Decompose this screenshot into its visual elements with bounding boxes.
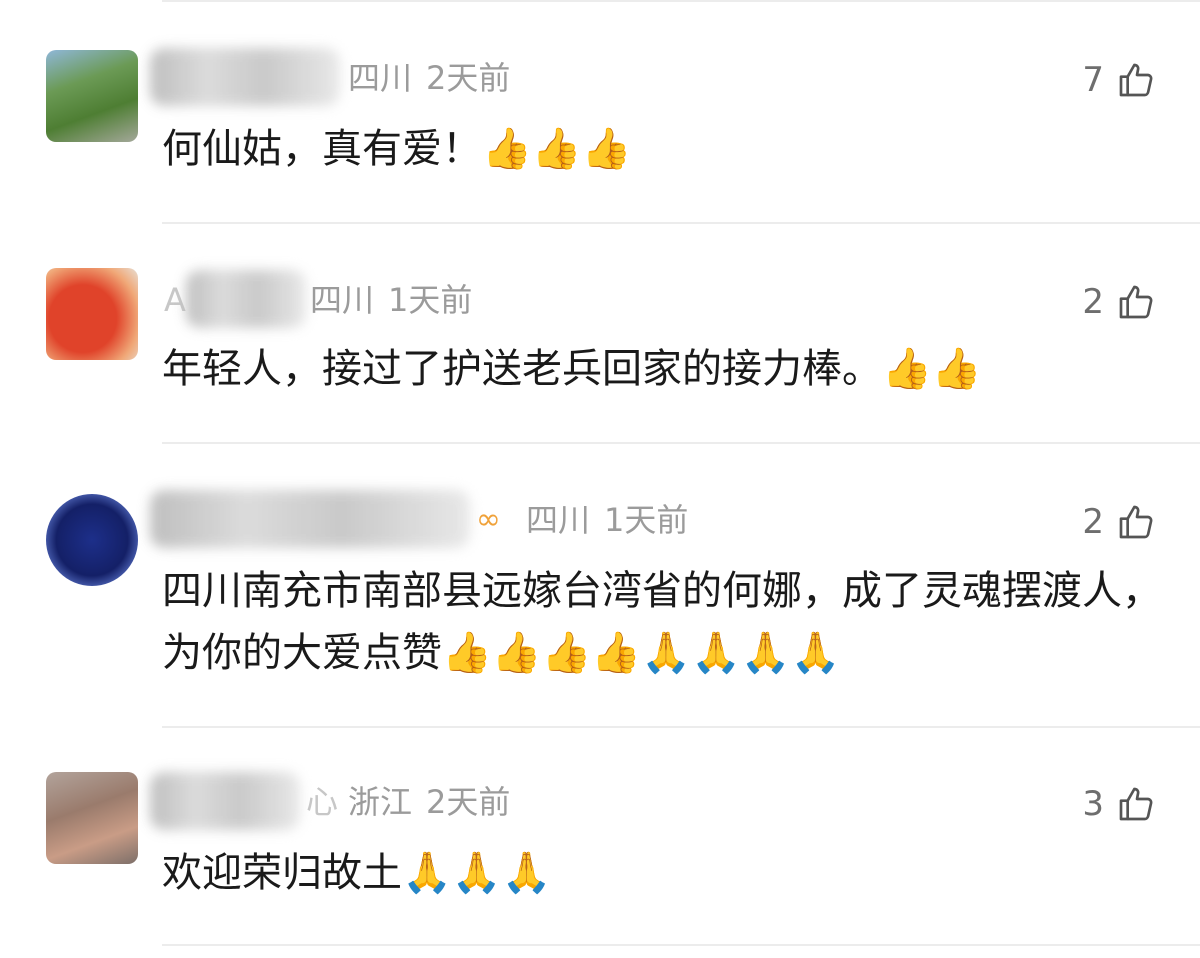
comment-text: 四川南充市南部县远嫁台湾省的何娜，成了灵魂摆渡人，为你的大爱点赞👍👍👍👍🙏🙏🙏🙏: [162, 568, 1162, 676]
like-button[interactable]: 2: [1082, 280, 1156, 324]
user-avatar[interactable]: [46, 268, 138, 360]
comment-divider: [162, 726, 1200, 728]
comment-location: 四川: [526, 501, 591, 539]
comment-text: 何仙姑，真有爱！👍👍👍: [162, 126, 632, 172]
user-avatar[interactable]: [46, 50, 138, 142]
comment-divider: [162, 222, 1200, 224]
like-count: 3: [1082, 784, 1104, 824]
divider-top: [162, 0, 1200, 2]
blurred-username[interactable]: [150, 772, 300, 830]
comment-text: 年轻人，接过了护送老兵回家的接力棒。👍👍: [162, 346, 982, 392]
like-button[interactable]: 2: [1082, 500, 1156, 544]
comment-divider: [162, 442, 1200, 444]
comment-meta: 四川 2天前: [348, 58, 510, 98]
thumbs-up-icon: [1119, 285, 1153, 319]
comment-meta: 四川 1天前: [310, 280, 472, 320]
comment-location: 四川: [348, 59, 413, 97]
thumbs-up-icon: [1119, 787, 1153, 821]
like-button[interactable]: 7: [1082, 58, 1156, 102]
like-count: 2: [1082, 282, 1104, 322]
user-avatar[interactable]: [46, 494, 138, 586]
comment-location: 浙江: [348, 783, 413, 821]
vip-ribbon-icon: ∞: [476, 502, 501, 537]
thumbs-up-icon: [1119, 63, 1153, 97]
blurred-username[interactable]: [150, 490, 470, 548]
comment-text: 欢迎荣归故土🙏🙏🙏: [162, 850, 552, 896]
comment-location: 四川: [310, 281, 375, 319]
like-count: 7: [1082, 60, 1104, 100]
username-suffix[interactable]: 心: [306, 782, 338, 822]
like-count: 2: [1082, 502, 1104, 542]
comment-time: 2天前: [426, 783, 511, 821]
comment-time: 1天前: [388, 281, 473, 319]
comment-divider: [162, 944, 1200, 946]
comment-meta: 四川 1天前: [526, 500, 688, 540]
like-button[interactable]: 3: [1082, 782, 1156, 826]
user-avatar[interactable]: [46, 772, 138, 864]
blurred-username[interactable]: [186, 270, 306, 328]
blurred-username[interactable]: [150, 48, 340, 106]
username-prefix[interactable]: A: [164, 280, 186, 320]
comment-time: 2天前: [426, 59, 511, 97]
comment-time: 1天前: [604, 501, 689, 539]
thumbs-up-icon: [1119, 505, 1153, 539]
comment-meta: 浙江 2天前: [348, 782, 510, 822]
